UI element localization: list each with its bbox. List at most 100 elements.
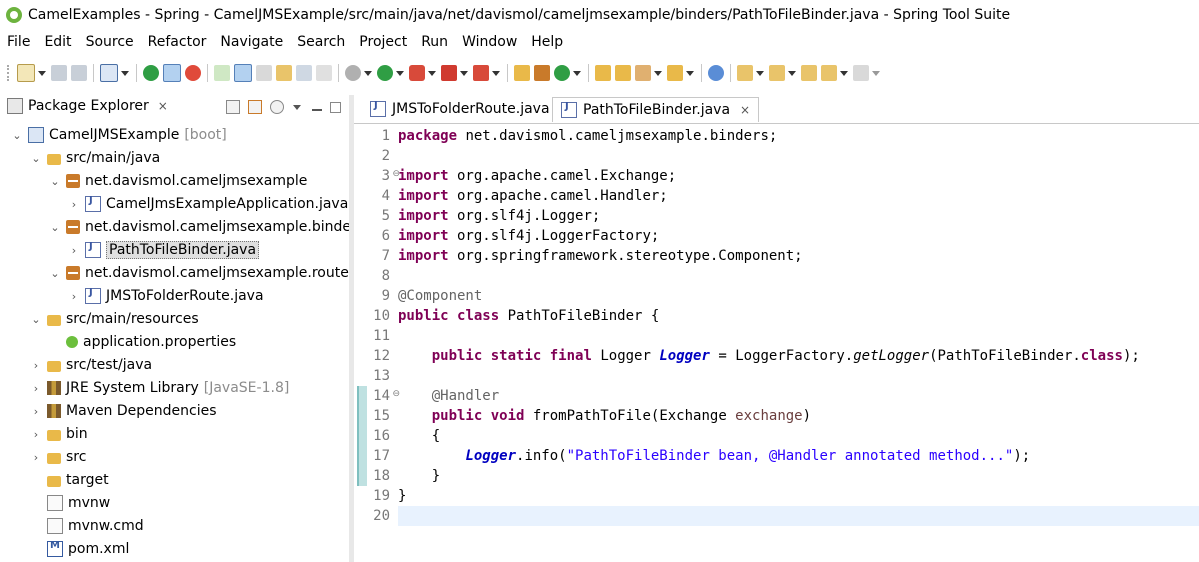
collapsed-chevron-icon[interactable]: ›	[29, 405, 43, 418]
code-line[interactable]: {	[398, 426, 440, 446]
boot-dashboard-icon[interactable]	[143, 65, 159, 81]
tree-item[interactable]: › src	[29, 446, 87, 468]
coverage-icon[interactable]	[409, 65, 425, 81]
tree-item[interactable]: pom.xml	[29, 538, 129, 560]
toggle-mark-occurrences-icon[interactable]	[163, 64, 181, 82]
last-edit-location-icon[interactable]	[801, 65, 817, 81]
open-folder-icon[interactable]	[667, 65, 683, 81]
tree-item[interactable]: › bin	[29, 423, 88, 445]
back-icon[interactable]	[821, 65, 837, 81]
link-with-editor-icon[interactable]	[248, 100, 262, 114]
external-tools-dropdown-icon[interactable]	[492, 70, 500, 76]
tree-item[interactable]: mvnw.cmd	[29, 515, 144, 537]
minimize-icon[interactable]	[312, 109, 322, 111]
new-java-project-icon[interactable]	[514, 65, 530, 81]
menu-window[interactable]: Window	[455, 34, 524, 50]
close-icon[interactable]: ×	[740, 103, 750, 117]
menu-run[interactable]: Run	[414, 34, 455, 50]
forward-icon[interactable]	[853, 65, 869, 81]
console-dropdown-icon[interactable]	[121, 70, 129, 76]
highlight-icon[interactable]	[234, 64, 252, 82]
code-line[interactable]: public static final Logger Logger = Logg…	[398, 346, 1140, 366]
tree-item[interactable]: › CamelJmsExampleApplication.java	[67, 193, 348, 215]
expanded-chevron-icon[interactable]: ⌄	[48, 175, 62, 188]
expanded-chevron-icon[interactable]: ⌄	[29, 313, 43, 326]
open-task-icon[interactable]	[615, 65, 631, 81]
external-tools-icon[interactable]	[473, 65, 489, 81]
collapse-all-icon[interactable]	[226, 100, 240, 114]
expanded-chevron-icon[interactable]: ⌄	[48, 221, 62, 234]
tree-item[interactable]: ⌄ net.davismol.cameljmsexample	[48, 170, 307, 192]
code-line[interactable]: @Component	[398, 286, 482, 306]
run-icon[interactable]	[377, 65, 393, 81]
debug-dropdown-icon[interactable]	[364, 70, 372, 76]
search-dropdown-icon[interactable]	[654, 70, 662, 76]
debug-icon[interactable]	[345, 65, 361, 81]
code-line[interactable]: @Handler	[398, 386, 499, 406]
menu-file[interactable]: File	[0, 34, 37, 50]
menu-refactor[interactable]: Refactor	[141, 34, 214, 50]
new-class-dropdown-icon[interactable]	[573, 70, 581, 76]
tree-item[interactable]: mvnw	[29, 492, 110, 514]
previous-edit-icon[interactable]	[769, 65, 785, 81]
menu-navigate[interactable]: Navigate	[213, 34, 290, 50]
next-edit-dropdown-icon[interactable]	[756, 70, 764, 76]
block-selection-icon[interactable]	[276, 65, 292, 81]
tree-item[interactable]: ⌄ src/main/java	[29, 147, 160, 169]
menu-search[interactable]: Search	[290, 34, 352, 50]
toolbar-grip[interactable]	[7, 65, 12, 81]
stop-icon[interactable]	[441, 65, 457, 81]
menu-help[interactable]: Help	[524, 34, 570, 50]
next-annotation-icon[interactable]	[214, 65, 230, 81]
tab-package-explorer[interactable]: Package Explorer ×	[7, 98, 168, 114]
tree-item[interactable]: › src/test/java	[29, 354, 152, 376]
menu-project[interactable]: Project	[352, 34, 414, 50]
new-icon[interactable]	[17, 64, 35, 82]
next-edit-icon[interactable]	[737, 65, 753, 81]
tree-item[interactable]: › PathToFileBinder.java	[67, 239, 260, 261]
globe-icon[interactable]	[708, 65, 724, 81]
menu-edit[interactable]: Edit	[37, 34, 78, 50]
tree-item[interactable]: ⌄ net.davismol.cameljmsexample.routes	[48, 262, 356, 284]
tree-item[interactable]: application.properties	[48, 331, 236, 353]
code-line[interactable]: Logger.info("PathToFileBinder bean, @Han…	[398, 446, 1030, 466]
pilcrow-icon[interactable]	[316, 65, 332, 81]
code-line[interactable]: public class PathToFileBinder {	[398, 306, 659, 326]
code-line[interactable]: import org.slf4j.Logger;	[398, 206, 600, 226]
save-icon[interactable]	[51, 65, 67, 81]
code-line[interactable]: }	[398, 486, 406, 506]
previous-edit-dropdown-icon[interactable]	[788, 70, 796, 76]
tree-item[interactable]: ⌄ CamelJMSExample [boot]	[10, 124, 227, 146]
expanded-chevron-icon[interactable]: ⌄	[29, 152, 43, 165]
view-menu-icon[interactable]	[293, 104, 301, 110]
skip-breakpoints-icon[interactable]	[185, 65, 201, 81]
collapsed-chevron-icon[interactable]: ›	[29, 451, 43, 464]
new-java-class-icon[interactable]	[554, 65, 570, 81]
show-whitespace-icon[interactable]	[296, 65, 312, 81]
folder-dropdown-icon[interactable]	[686, 70, 694, 76]
tree-item[interactable]: target	[29, 469, 109, 491]
code-line[interactable]: import org.springframework.stereotype.Co…	[398, 246, 803, 266]
tree-item[interactable]: ⌄ net.davismol.cameljmsexample.binders	[48, 216, 364, 238]
code-line[interactable]: import org.apache.camel.Handler;	[398, 186, 668, 206]
menu-source[interactable]: Source	[79, 34, 141, 50]
expanded-chevron-icon[interactable]: ⌄	[48, 267, 62, 280]
new-java-package-icon[interactable]	[534, 65, 550, 81]
tree-item[interactable]: › Maven Dependencies	[29, 400, 217, 422]
close-icon[interactable]: ×	[158, 99, 168, 113]
code-line[interactable]: import org.apache.camel.Exchange;	[398, 166, 676, 186]
tab-jmstofolderroute[interactable]: JMSToFolderRoute.java	[362, 97, 558, 121]
tree-item[interactable]: › JMSToFolderRoute.java	[67, 285, 264, 307]
code-line[interactable]: package net.davismol.cameljmsexample.bin…	[398, 126, 777, 146]
code-editor[interactable]: 1 2 3 ⊖ 4 5 6 7 8 9 10 11 12 13 14 ⊖ 15 16 17 18 19 20 packag…	[354, 124, 1199, 562]
collapsed-chevron-icon[interactable]: ›	[67, 198, 81, 211]
code-line[interactable]: }	[398, 466, 440, 486]
forward-dropdown-icon[interactable]	[872, 70, 880, 76]
collapsed-chevron-icon[interactable]: ›	[67, 244, 81, 257]
new-dropdown-icon[interactable]	[38, 70, 46, 76]
stop-dropdown-icon[interactable]	[460, 70, 468, 76]
tree-item[interactable]: ⌄ src/main/resources	[29, 308, 198, 330]
open-type-icon[interactable]	[595, 65, 611, 81]
expanded-chevron-icon[interactable]: ⌄	[10, 129, 24, 142]
maximize-icon[interactable]	[330, 101, 341, 113]
